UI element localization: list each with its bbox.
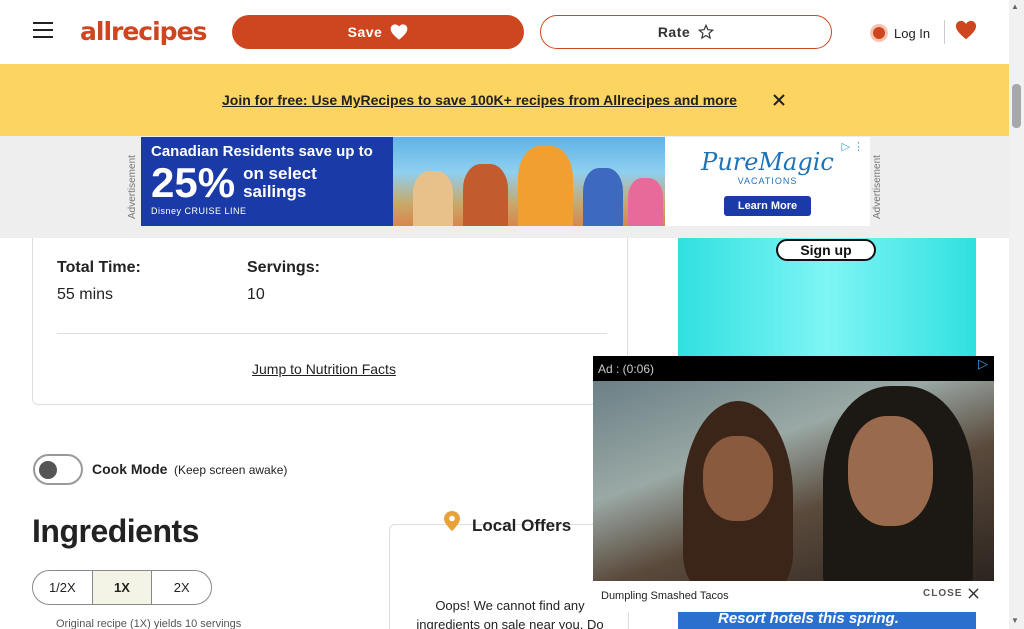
- ad-percent: 25%: [151, 159, 236, 206]
- rate-button-label: Rate: [657, 24, 691, 40]
- video-ad-timer: Ad : (0:06): [598, 362, 655, 376]
- site-header: allrecipes Save Rate Log In: [0, 0, 1009, 64]
- banner-signup-link[interactable]: Join for free: Use MyRecipes to save 100…: [222, 92, 737, 108]
- heart-icon: [390, 24, 408, 40]
- sidebar-signup-button[interactable]: Sign up: [776, 239, 876, 261]
- close-icon: [968, 588, 980, 599]
- total-time-value: 55 mins: [57, 286, 114, 303]
- cook-mode-note: (Keep screen awake): [174, 463, 288, 477]
- save-button[interactable]: Save: [232, 15, 524, 49]
- scale-1x-button[interactable]: 1X: [92, 571, 153, 604]
- ingredients-heading: Ingredients: [32, 513, 199, 549]
- ad-sailings: sailings: [243, 182, 307, 201]
- partner-logo: PureMagic: [701, 147, 834, 176]
- ad-promo-panel: Canadian Residents save up to 25% on sel…: [141, 137, 393, 226]
- menu-icon[interactable]: [33, 22, 53, 40]
- toggle-knob: [39, 461, 57, 479]
- advertisement-label-right: Advertisement: [872, 155, 883, 219]
- ad-headline: Canadian Residents save up to: [151, 143, 373, 160]
- local-offers-message: Oops! We cannot find any ingredients on …: [416, 598, 604, 629]
- scroll-down-arrow-icon[interactable]: ▼: [1011, 616, 1019, 625]
- site-logo[interactable]: allrecipes: [80, 14, 208, 48]
- logo-text: allrecipes: [80, 16, 207, 46]
- cook-mode-label: Cook Mode: [92, 461, 168, 477]
- ad-brand: Disney CRUISE LINE: [151, 206, 247, 216]
- advertisement-label-left: Advertisement: [127, 155, 138, 219]
- video-caption: Dumpling Smashed Tacos: [601, 590, 729, 602]
- scale-half-button[interactable]: 1/2X: [33, 571, 93, 604]
- video-person-2-face: [848, 416, 933, 526]
- user-avatar-icon: [870, 24, 888, 42]
- location-pin-icon: [444, 511, 460, 531]
- video-close-button[interactable]: CLOSE: [923, 588, 980, 599]
- scroll-up-arrow-icon[interactable]: ▲: [1011, 2, 1019, 11]
- save-button-label: Save: [347, 24, 383, 40]
- servings-label: Servings:: [247, 259, 320, 276]
- serving-scale-selector: 1/2X 1X 2X: [32, 570, 212, 605]
- star-icon: [698, 24, 715, 40]
- rate-button[interactable]: Rate: [540, 15, 832, 49]
- adchoices-icon[interactable]: ▷ ⋮: [841, 140, 864, 153]
- ad-photo-image: [393, 137, 665, 226]
- total-time-label: Total Time:: [57, 259, 141, 276]
- video-person-1-face: [703, 436, 773, 521]
- video-frame: [593, 381, 994, 581]
- card-divider: [57, 333, 607, 334]
- video-ad-player[interactable]: [593, 356, 994, 612]
- cook-mode-toggle[interactable]: [33, 454, 83, 485]
- learn-more-button[interactable]: Learn More: [723, 195, 812, 216]
- original-recipe-note: Original recipe (1X) yields 10 servings: [56, 618, 242, 629]
- partner-sub: VACATIONS: [737, 175, 798, 186]
- login-label: Log In: [894, 25, 931, 41]
- cruise-ad-banner[interactable]: Canadian Residents save up to 25% on sel…: [141, 137, 870, 226]
- ad-partner-panel: PureMagic VACATIONS Learn More ▷ ⋮: [665, 137, 870, 226]
- header-divider: [944, 20, 945, 44]
- scrollbar-thumb[interactable]: [1012, 84, 1021, 128]
- saved-recipes-heart-icon[interactable]: [955, 20, 977, 42]
- video-close-label: CLOSE: [923, 588, 963, 599]
- scale-2x-button[interactable]: 2X: [152, 571, 211, 604]
- local-offers-title: Local Offers: [472, 516, 572, 535]
- servings-value: 10: [247, 286, 265, 303]
- close-icon[interactable]: [771, 92, 787, 108]
- jump-to-nutrition-link[interactable]: Jump to Nutrition Facts: [252, 361, 396, 377]
- video-adchoices-icon[interactable]: ▷: [978, 356, 988, 372]
- login-link[interactable]: Log In: [870, 22, 930, 44]
- ad-on-select: on select: [243, 164, 317, 183]
